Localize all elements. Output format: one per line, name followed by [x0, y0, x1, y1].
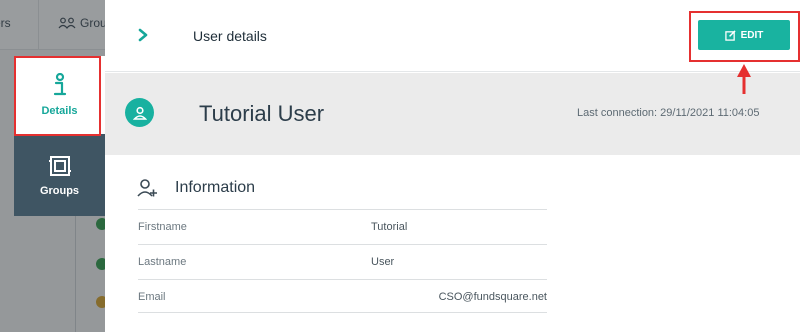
information-title: Information: [175, 179, 256, 196]
last-connection: Last connection: 29/11/2021 11:04:05: [577, 107, 760, 119]
info-row-email: Email CSO@fundsquare.net: [138, 279, 547, 313]
panel-header: User details EDIT: [105, 0, 800, 72]
annotation-arrow-up: [737, 64, 751, 94]
side-tab-groups-label: Groups: [39, 185, 80, 197]
info-value: CSO@fundsquare.net: [438, 291, 547, 303]
info-label: Firstname: [138, 221, 187, 233]
info-label: Email: [138, 291, 166, 303]
info-label: Lastname: [138, 256, 187, 268]
avatar: [125, 98, 154, 127]
annotation-box-details: [14, 56, 101, 136]
annotation-box-edit: [689, 11, 800, 62]
info-row-lastname: Lastname User: [138, 244, 547, 278]
user-summary-band: Tutorial User Last connection: 29/11/202…: [105, 73, 800, 155]
panel-title: User details: [193, 28, 267, 44]
user-info-icon: [137, 179, 157, 197]
side-tab-groups[interactable]: Groups: [14, 136, 105, 216]
groups-icon: [48, 156, 71, 176]
user-icon: [132, 106, 147, 120]
user-name: Tutorial User: [199, 101, 325, 126]
user-details-panel: User details EDIT Tutorial User Last con…: [105, 0, 800, 332]
info-row-firstname: Firstname Tutorial: [138, 209, 547, 243]
info-value: Tutorial: [371, 221, 408, 233]
info-value: User: [371, 256, 395, 268]
chevron-right-icon[interactable]: [135, 26, 151, 44]
